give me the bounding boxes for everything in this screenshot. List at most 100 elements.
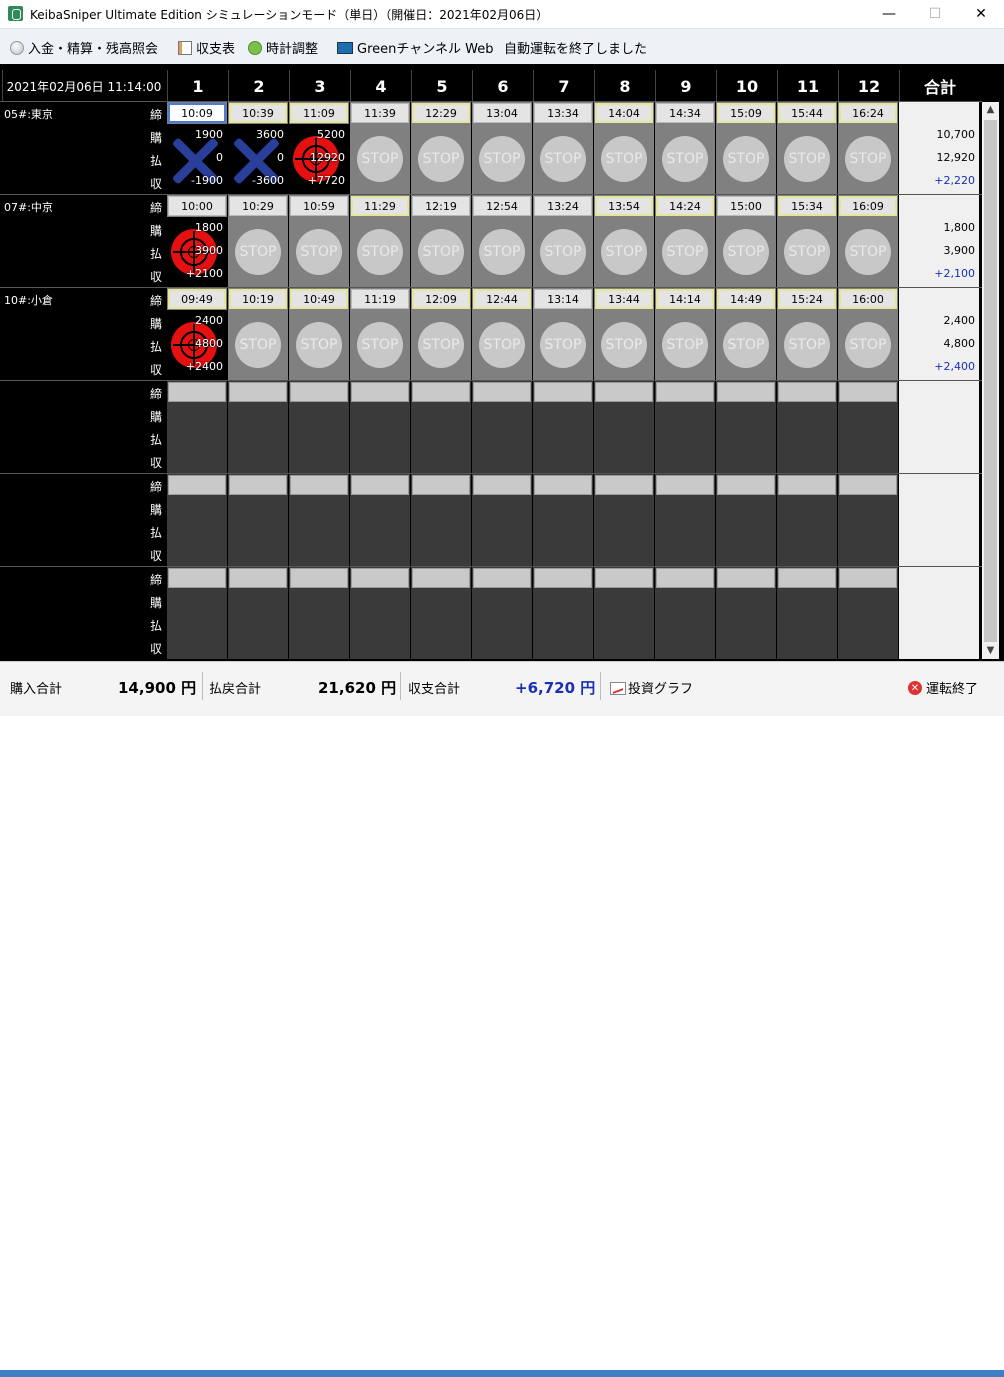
empty-race-cell	[655, 474, 715, 566]
race-cell[interactable]: 10:09 1900 0 -1900	[167, 102, 227, 194]
race-cell[interactable]: 11:39 STOP	[350, 102, 410, 194]
race-cell[interactable]: 15:24 STOP	[777, 288, 837, 380]
coin-icon	[10, 40, 24, 55]
exit-icon[interactable]: ✕	[908, 681, 922, 695]
deadline-time-empty	[168, 382, 226, 402]
race-cell[interactable]: 15:44 STOP	[777, 102, 837, 194]
menu-green-channel[interactable]: Greenチャンネル Web	[337, 38, 493, 57]
deadline-time: 11:09	[290, 103, 348, 123]
result-net: -3600	[252, 174, 284, 187]
race-cell[interactable]: 16:09 STOP	[838, 195, 898, 287]
race-cell[interactable]: 16:24 STOP	[838, 102, 898, 194]
result-buy: 5200	[317, 128, 345, 141]
race-cell[interactable]: 11:09 5200 12920 +7720	[289, 102, 349, 194]
race-cell[interactable]: 10:49 STOP	[289, 288, 349, 380]
maximize-button[interactable]: ☐	[912, 0, 958, 28]
empty-race-cell	[350, 474, 410, 566]
row-label: 払	[149, 247, 162, 261]
race-cell[interactable]: 16:00 STOP	[838, 288, 898, 380]
venue-total	[899, 567, 979, 659]
close-button[interactable]: ✕	[958, 0, 1004, 28]
row-label: 購	[149, 224, 162, 238]
deadline-time: 12:44	[473, 289, 531, 309]
deadline-time-empty	[534, 475, 592, 495]
race-cell[interactable]: 13:14 STOP	[533, 288, 593, 380]
empty-race-cell	[838, 474, 898, 566]
menu-balance-sheet[interactable]: 収支表	[178, 38, 235, 57]
race-cell[interactable]: 10:19 STOP	[228, 288, 288, 380]
stop-icon: STOP	[723, 229, 769, 275]
race-cell[interactable]: 13:24 STOP	[533, 195, 593, 287]
deadline-time: 16:00	[839, 289, 897, 309]
deadline-time: 14:24	[656, 196, 714, 216]
race-header-12: 12	[838, 70, 899, 102]
race-cell[interactable]: 13:44 STOP	[594, 288, 654, 380]
stop-icon: STOP	[235, 229, 281, 275]
deadline-time-empty	[656, 475, 714, 495]
result-net: +2400	[185, 360, 223, 373]
race-cell[interactable]: 10:39 3600 0 -3600	[228, 102, 288, 194]
race-cell[interactable]: 11:19 STOP	[350, 288, 410, 380]
investment-graph-button[interactable]: 投資グラフ	[628, 678, 693, 697]
row-label: 購	[149, 503, 162, 517]
stop-icon: STOP	[845, 229, 891, 275]
race-cell[interactable]: 14:14 STOP	[655, 288, 715, 380]
empty-race-cell	[655, 381, 715, 473]
balance-total-value: +6,720 円	[515, 679, 596, 697]
scroll-down-icon[interactable]: ▼	[982, 643, 999, 659]
race-cell[interactable]: 15:09 STOP	[716, 102, 776, 194]
menu-clock-adjust[interactable]: 時計調整	[248, 38, 318, 57]
vertical-scrollbar[interactable]: ▲ ▼	[982, 102, 999, 659]
race-cell[interactable]: 15:00 STOP	[716, 195, 776, 287]
race-cell[interactable]: 14:34 STOP	[655, 102, 715, 194]
deadline-time: 16:24	[839, 103, 897, 123]
race-cell[interactable]: 11:29 STOP	[350, 195, 410, 287]
scrollbar-thumb[interactable]	[984, 120, 997, 642]
row-label: 収	[149, 642, 162, 656]
race-cell[interactable]: 13:04 STOP	[472, 102, 532, 194]
race-cell[interactable]: 15:34 STOP	[777, 195, 837, 287]
venue-name: 07#:中京	[4, 201, 53, 214]
result-net: +7720	[307, 174, 345, 187]
minimize-button[interactable]: —	[866, 0, 912, 28]
race-cell[interactable]: 12:19 STOP	[411, 195, 471, 287]
race-cell[interactable]: 14:04 STOP	[594, 102, 654, 194]
deadline-time: 13:44	[595, 289, 653, 309]
deadline-time: 10:09	[168, 103, 226, 123]
race-cell[interactable]: 13:54 STOP	[594, 195, 654, 287]
race-cell[interactable]: 14:49 STOP	[716, 288, 776, 380]
deadline-time-empty	[473, 382, 531, 402]
race-cell[interactable]: 12:29 STOP	[411, 102, 471, 194]
deadline-time: 12:09	[412, 289, 470, 309]
total-header: 合計	[899, 70, 980, 102]
deadline-time-empty	[229, 475, 287, 495]
chart-icon[interactable]	[610, 682, 626, 695]
stop-icon: STOP	[662, 229, 708, 275]
venue-name: 10#:小倉	[4, 294, 53, 307]
deadline-time-empty	[473, 568, 531, 588]
race-cell[interactable]: 12:54 STOP	[472, 195, 532, 287]
race-cell[interactable]: 13:34 STOP	[533, 102, 593, 194]
empty-race-cell	[289, 567, 349, 659]
deadline-time-empty	[839, 475, 897, 495]
race-cell[interactable]: 12:09 STOP	[411, 288, 471, 380]
race-cell[interactable]: 10:00 1800 3900 +2100	[167, 195, 227, 287]
race-cell[interactable]: 10:29 STOP	[228, 195, 288, 287]
race-cell[interactable]: 12:44 STOP	[472, 288, 532, 380]
race-cell[interactable]: 14:24 STOP	[655, 195, 715, 287]
stop-icon: STOP	[296, 322, 342, 368]
menu-deposit-settlement[interactable]: 入金・精算・残高照会	[10, 38, 158, 57]
deadline-time: 13:34	[534, 103, 592, 123]
stop-icon: STOP	[662, 322, 708, 368]
deadline-time-empty	[290, 475, 348, 495]
empty-race-cell	[167, 474, 227, 566]
race-cell[interactable]: 09:49 2400 4800 +2400	[167, 288, 227, 380]
race-cell[interactable]: 10:59 STOP	[289, 195, 349, 287]
stop-operation-button[interactable]: 運転終了	[926, 678, 978, 697]
scroll-up-icon[interactable]: ▲	[982, 102, 999, 118]
stop-icon: STOP	[845, 322, 891, 368]
deadline-time: 14:04	[595, 103, 653, 123]
monitor-icon	[337, 41, 353, 54]
venue-total: 10,700 12,920 +2,220	[899, 102, 979, 194]
row-label: 払	[149, 526, 162, 540]
